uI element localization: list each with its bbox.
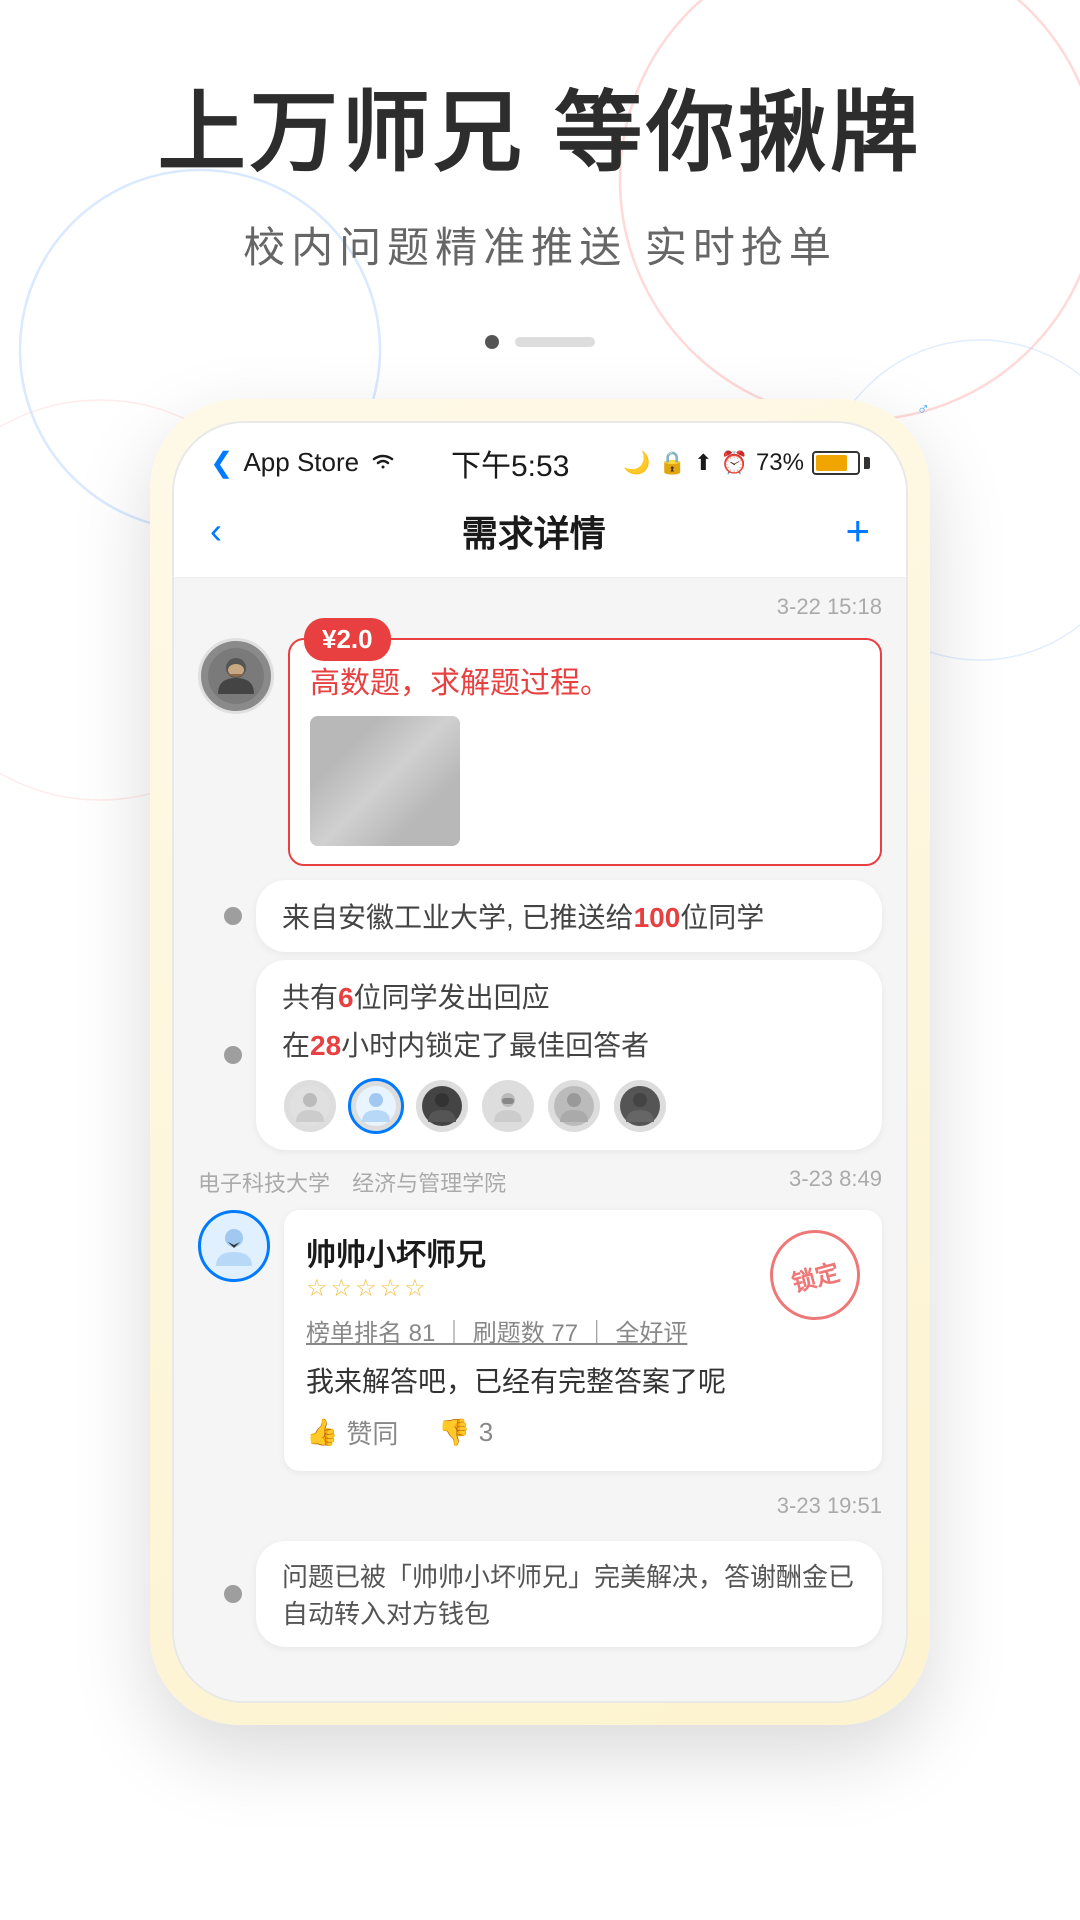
responder-avatar-5 — [546, 1078, 602, 1134]
thumbs-up-icon: 👍 — [306, 1417, 338, 1448]
question-bubble: ¥2.0 高数题，求解题过程。 — [288, 638, 882, 866]
answer-row: ♂ 帅帅小坏师兄 ☆☆☆☆☆ 榜单排名 81 ｜ 刷题数 77 ｜ 全好评 — [174, 1204, 906, 1477]
info-pill-1: 来自安徽工业大学, 已推送给100位同学 — [256, 880, 882, 952]
hero-subtitle: 校内问题精准推送 实时抢单 — [243, 214, 837, 275]
respond-line-2: 在28小时内锁定了最佳回答者 — [282, 1024, 856, 1064]
answer-meta: 榜单排名 81 ｜ 刷题数 77 ｜ 全好评 — [306, 1313, 860, 1348]
info-dot-1 — [224, 907, 242, 925]
nav-plus-button[interactable]: + — [845, 507, 870, 555]
respond-line-1: 共有6位同学发出回应 — [282, 976, 856, 1016]
status-bar: ❮ App Store 下午5:53 🌙 🔒 ⬆ ⏰ 73% — [174, 423, 906, 495]
phone-mockup: ❮ App Store 下午5:53 🌙 🔒 ⬆ ⏰ 73% — [150, 399, 930, 1725]
info-pill-2: 共有6位同学发出回应 在28小时内锁定了最佳回答者 — [256, 960, 882, 1150]
school-meta: 电子科技大学 经济与管理学院 3-23 8:49 — [174, 1154, 906, 1204]
status-left: ❮ App Store — [210, 446, 397, 479]
school-name: 电子科技大学 — [198, 1171, 330, 1196]
battery-percent: 73% — [756, 449, 804, 477]
wifi-icon — [369, 447, 397, 478]
responder-avatar-4 — [480, 1078, 536, 1134]
avatars-row — [282, 1078, 856, 1134]
phone-inner: ❮ App Store 下午5:53 🌙 🔒 ⬆ ⏰ 73% — [172, 421, 908, 1703]
answer-name: 帅帅小坏师兄 ☆☆☆☆☆ — [306, 1230, 486, 1303]
answer-avatar: ♂ — [198, 1210, 270, 1282]
info-row-1: 来自安徽工业大学, 已推送给100位同学 — [174, 876, 906, 956]
answer-stars: ☆☆☆☆☆ — [306, 1274, 486, 1303]
chat-content: 3-22 15:18 — [174, 578, 906, 1701]
school-dept: 经济与管理学院 — [352, 1171, 506, 1196]
nav-title: 需求详情 — [462, 505, 606, 557]
nav-back-button[interactable]: ‹ — [210, 510, 222, 552]
question-text: 高数题，求解题过程。 — [310, 658, 860, 702]
location-icon: ⬆ — [694, 450, 712, 476]
timestamp-3: 3-23 19:51 — [174, 1477, 906, 1527]
phone-outer: ❮ App Store 下午5:53 🌙 🔒 ⬆ ⏰ 73% — [150, 399, 930, 1725]
agree-button[interactable]: 👍 赞同 — [306, 1414, 398, 1451]
info-dot-2 — [224, 1046, 242, 1064]
pagination-bar — [515, 337, 595, 347]
moon-icon: 🌙 — [623, 450, 650, 476]
status-app-name: App Store — [243, 447, 359, 478]
disagree-button[interactable]: 👎 3 — [438, 1417, 493, 1448]
timestamp-1: 3-22 15:18 — [174, 578, 906, 628]
back-chevron-icon: ❮ — [210, 446, 233, 479]
thumbs-down-icon: 👎 — [438, 1417, 470, 1448]
pagination-dot-active — [485, 335, 499, 349]
responder-avatar-2 — [348, 1078, 404, 1134]
lock-icon: 🔒 — [659, 450, 686, 476]
status-right: 🌙 🔒 ⬆ ⏰ 73% — [623, 449, 870, 477]
nav-bar: ‹ 需求详情 + — [174, 495, 906, 578]
notif-row: 问题已被「帅帅小坏师兄」完美解决，答谢酬金已自动转入对方钱包 — [174, 1527, 906, 1661]
responder-avatar-3 — [414, 1078, 470, 1134]
status-time: 下午5:53 — [451, 441, 569, 485]
answer-text: 我来解答吧，已经有完整答案了呢 — [306, 1360, 860, 1400]
battery-icon — [812, 451, 870, 475]
answer-card: 帅帅小坏师兄 ☆☆☆☆☆ 榜单排名 81 ｜ 刷题数 77 ｜ 全好评 我来解答… — [284, 1210, 882, 1471]
notif-dot — [224, 1585, 242, 1603]
price-badge: ¥2.0 — [304, 618, 391, 661]
info-row-2: 共有6位同学发出回应 在28小时内锁定了最佳回答者 — [174, 956, 906, 1154]
question-image — [310, 716, 460, 846]
timestamp-2: 3-23 8:49 — [789, 1166, 882, 1198]
responder-avatar-6 — [612, 1078, 668, 1134]
responder-avatar-1 — [282, 1078, 338, 1134]
notif-pill: 问题已被「帅帅小坏师兄」完美解决，答谢酬金已自动转入对方钱包 — [256, 1541, 882, 1647]
alarm-icon: ⏰ — [721, 450, 748, 476]
answer-actions: 👍 赞同 👎 3 — [306, 1414, 860, 1451]
question-avatar — [198, 638, 274, 714]
hero-title: 上万师兄 等你揪牌 — [158, 80, 922, 186]
question-msg-row: ¥2.0 高数题，求解题过程。 — [174, 628, 906, 876]
pagination — [485, 335, 595, 349]
